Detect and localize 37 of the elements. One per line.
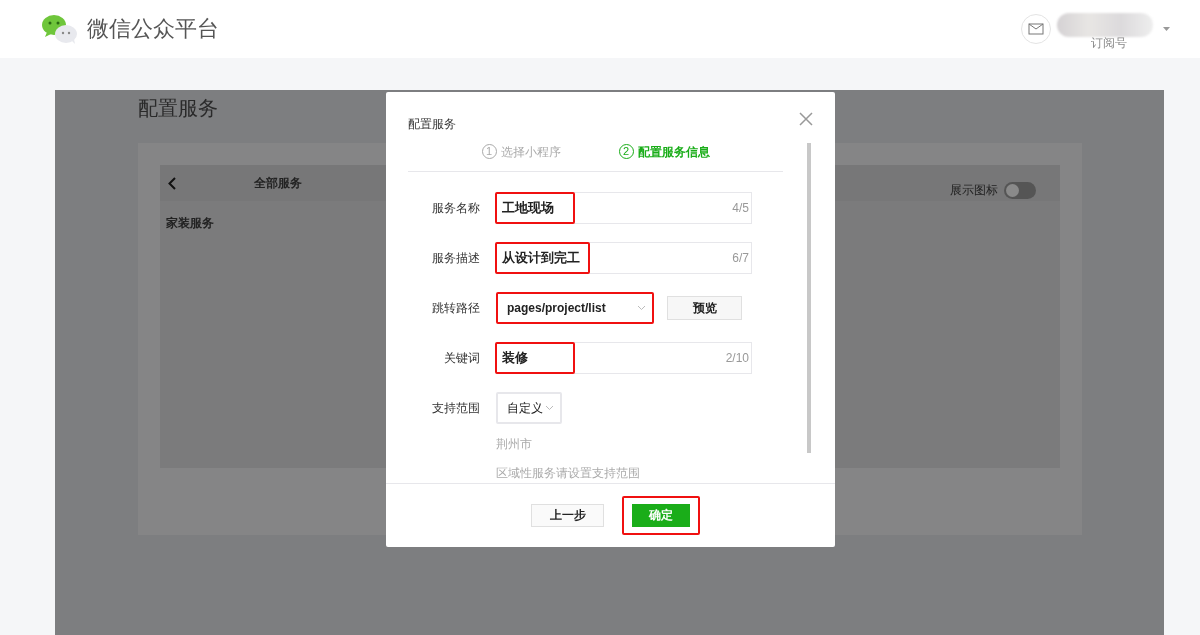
text-field[interactable]: 从设计到完工 6/7: [496, 242, 752, 274]
platform-title: 微信公众平台: [87, 15, 219, 43]
select-field[interactable]: 自定义: [496, 392, 562, 424]
preview-button[interactable]: 预览: [667, 296, 742, 320]
field-label: 关键词: [443, 350, 481, 367]
chevron-down-icon: [545, 405, 554, 411]
page-title: 配置服务: [138, 96, 218, 121]
close-icon[interactable]: [799, 112, 813, 126]
field-label: 支持范围: [431, 400, 481, 417]
text-field[interactable]: 装修 2/10: [496, 342, 752, 374]
field-value: 装修: [495, 342, 575, 374]
category-label: 家装服务: [166, 215, 214, 232]
back-chevron-icon[interactable]: [168, 176, 176, 190]
scrollbar[interactable]: [807, 143, 811, 453]
back-button[interactable]: 上一步: [531, 504, 604, 527]
field-label: 服务描述: [431, 250, 481, 267]
hint-text: 区域性服务请设置支持范围: [496, 465, 640, 482]
chat-bubbles-logo-icon: [41, 14, 79, 44]
field-label: 服务名称: [431, 200, 481, 217]
mail-button[interactable]: [1021, 14, 1051, 44]
envelope-icon: [1028, 23, 1044, 35]
panel-title: 全部服务: [254, 174, 302, 192]
field-value: 工地现场: [495, 192, 575, 224]
char-counter: 2/10: [725, 351, 749, 365]
dropdown-caret-icon[interactable]: [1163, 27, 1170, 31]
select-field[interactable]: pages/project/list: [496, 292, 654, 324]
dialog-title: 配置服务: [408, 116, 456, 133]
text-field[interactable]: 工地现场 4/5: [496, 192, 752, 224]
toggle-label: 展示图标: [950, 182, 998, 199]
chevron-down-icon: [637, 305, 646, 311]
char-counter: 4/5: [732, 201, 749, 215]
account-type: 订阅号: [1091, 35, 1127, 52]
field-value: 从设计到完工: [495, 242, 590, 274]
field-label: 跳转路径: [431, 300, 481, 317]
show-icon-toggle[interactable]: [1004, 182, 1036, 199]
hint-text: 荆州市: [496, 436, 533, 453]
char-counter: 6/7: [732, 251, 749, 265]
